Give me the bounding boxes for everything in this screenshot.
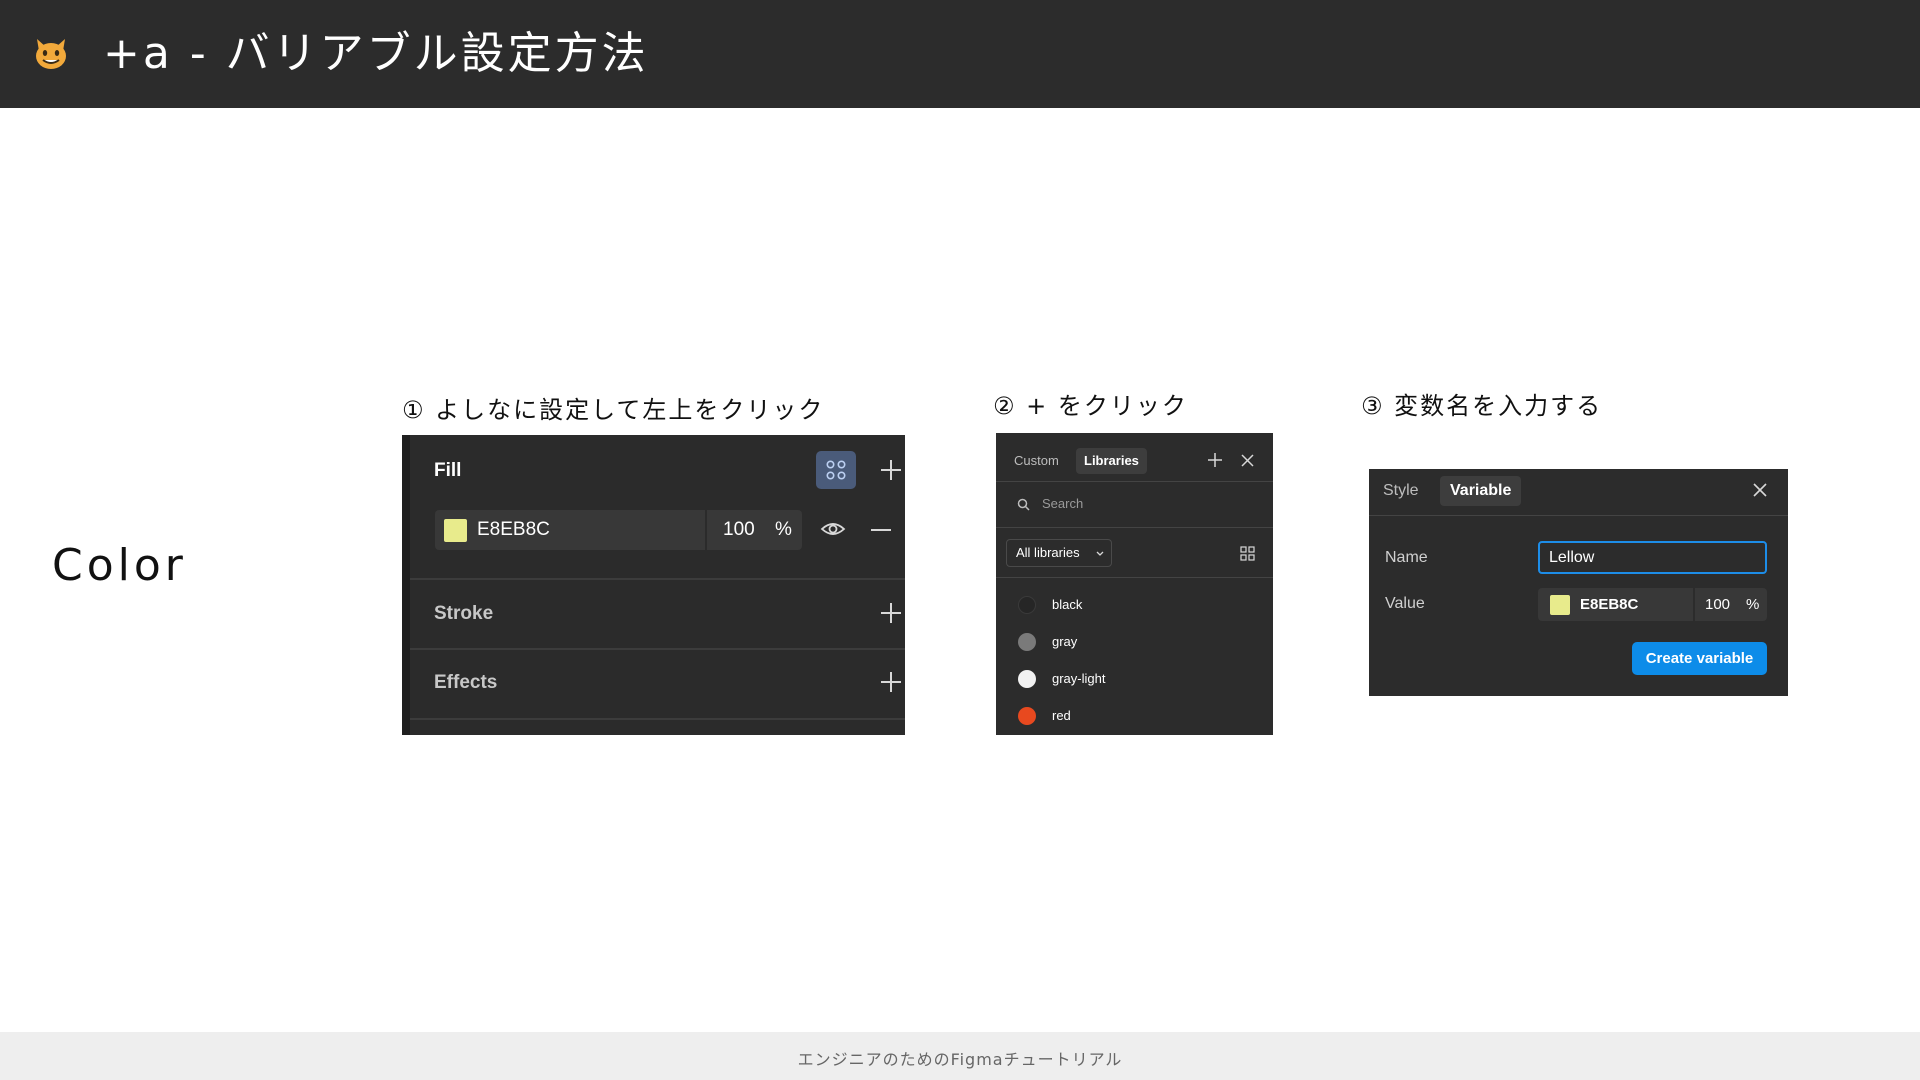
- close-icon[interactable]: [1241, 454, 1254, 467]
- style-variable-button[interactable]: [816, 451, 856, 489]
- variable-value-field[interactable]: E8EB8C 100 %: [1538, 588, 1767, 621]
- eye-icon[interactable]: [820, 518, 846, 540]
- library-item-name: black: [1052, 597, 1083, 612]
- fill-section-title: Fill: [434, 460, 462, 481]
- library-item-name: red: [1052, 708, 1071, 723]
- section-label: Color: [52, 540, 187, 591]
- dropdown-label: All libraries: [1016, 545, 1080, 560]
- library-item-name: gray-light: [1052, 671, 1106, 686]
- divider: [410, 578, 905, 580]
- step-1-label: ① よしなに設定して左上をクリック: [402, 396, 825, 424]
- fill-panel-screenshot: Fill E8EB8C 100 % Stroke Effects: [402, 435, 905, 735]
- color-dot: [1018, 596, 1036, 614]
- divider: [996, 577, 1273, 578]
- close-icon[interactable]: [1752, 482, 1768, 498]
- tab-custom[interactable]: Custom: [1006, 448, 1067, 474]
- divider: [996, 527, 1273, 528]
- variable-hex-value[interactable]: E8EB8C: [1580, 596, 1638, 613]
- divider: [410, 718, 905, 720]
- divider: [1369, 515, 1788, 516]
- tab-variable[interactable]: Variable: [1440, 476, 1522, 506]
- step-3-label: ③ 変数名を入力する: [1361, 392, 1603, 420]
- footer-bar: エンジニアのためのFigmaチュートリアル: [0, 1032, 1920, 1080]
- library-item-gray[interactable]: gray: [996, 627, 1273, 657]
- header-bar: +a - バリアブル設定方法: [0, 0, 1920, 108]
- fill-value-field[interactable]: E8EB8C 100 %: [435, 510, 802, 550]
- color-swatch[interactable]: [444, 519, 467, 542]
- effects-section-title: Effects: [434, 672, 498, 693]
- variable-opacity-value[interactable]: 100: [1705, 596, 1730, 613]
- divider: [410, 648, 905, 650]
- libraries-dropdown[interactable]: All libraries: [1006, 539, 1112, 567]
- libraries-panel-screenshot: Custom Libraries Search All libraries bl…: [996, 433, 1273, 735]
- fill-hex-value[interactable]: E8EB8C: [477, 519, 550, 541]
- library-item-black[interactable]: black: [996, 590, 1273, 620]
- cat-face-emoji-icon: [36, 39, 66, 69]
- search-icon: [1017, 498, 1030, 511]
- search-input[interactable]: Search: [1042, 496, 1083, 511]
- page-title: +a - バリアブル設定方法: [103, 28, 649, 79]
- variable-name-input[interactable]: [1538, 541, 1767, 574]
- grid-dots-icon: [826, 460, 846, 480]
- add-effect-plus-icon[interactable]: [881, 672, 901, 692]
- divider: [996, 481, 1273, 482]
- tab-style[interactable]: Style: [1373, 476, 1429, 506]
- percent-sign: %: [775, 519, 792, 540]
- color-dot: [1018, 670, 1036, 688]
- percent-sign: %: [1746, 596, 1760, 613]
- remove-fill-minus-icon[interactable]: [871, 529, 891, 531]
- tab-libraries[interactable]: Libraries: [1076, 448, 1147, 474]
- library-item-red[interactable]: red: [996, 701, 1273, 731]
- step-2-label: ② + をクリック: [993, 392, 1188, 420]
- color-dot: [1018, 707, 1036, 725]
- create-variable-button[interactable]: Create variable: [1632, 642, 1767, 675]
- chevron-down-icon: [1096, 551, 1104, 556]
- color-swatch[interactable]: [1550, 595, 1570, 615]
- fill-opacity-value[interactable]: 100: [723, 519, 755, 541]
- library-item-gray-light[interactable]: gray-light: [996, 664, 1273, 694]
- library-item-name: gray: [1052, 634, 1078, 649]
- grid-view-icon[interactable]: [1240, 546, 1255, 561]
- add-stroke-plus-icon[interactable]: [881, 603, 901, 623]
- value-label: Value: [1385, 595, 1425, 612]
- footer-text: エンジニアのためのFigmaチュートリアル: [797, 1050, 1123, 1069]
- add-fill-plus-icon[interactable]: [881, 460, 901, 480]
- variable-panel-screenshot: Style Variable Name Value E8EB8C 100 % C…: [1369, 469, 1788, 696]
- field-separator: [705, 510, 707, 550]
- color-dot: [1018, 633, 1036, 651]
- name-label: Name: [1385, 549, 1428, 566]
- plus-icon[interactable]: [1208, 453, 1222, 467]
- stroke-section-title: Stroke: [434, 603, 494, 624]
- field-separator: [1693, 588, 1695, 621]
